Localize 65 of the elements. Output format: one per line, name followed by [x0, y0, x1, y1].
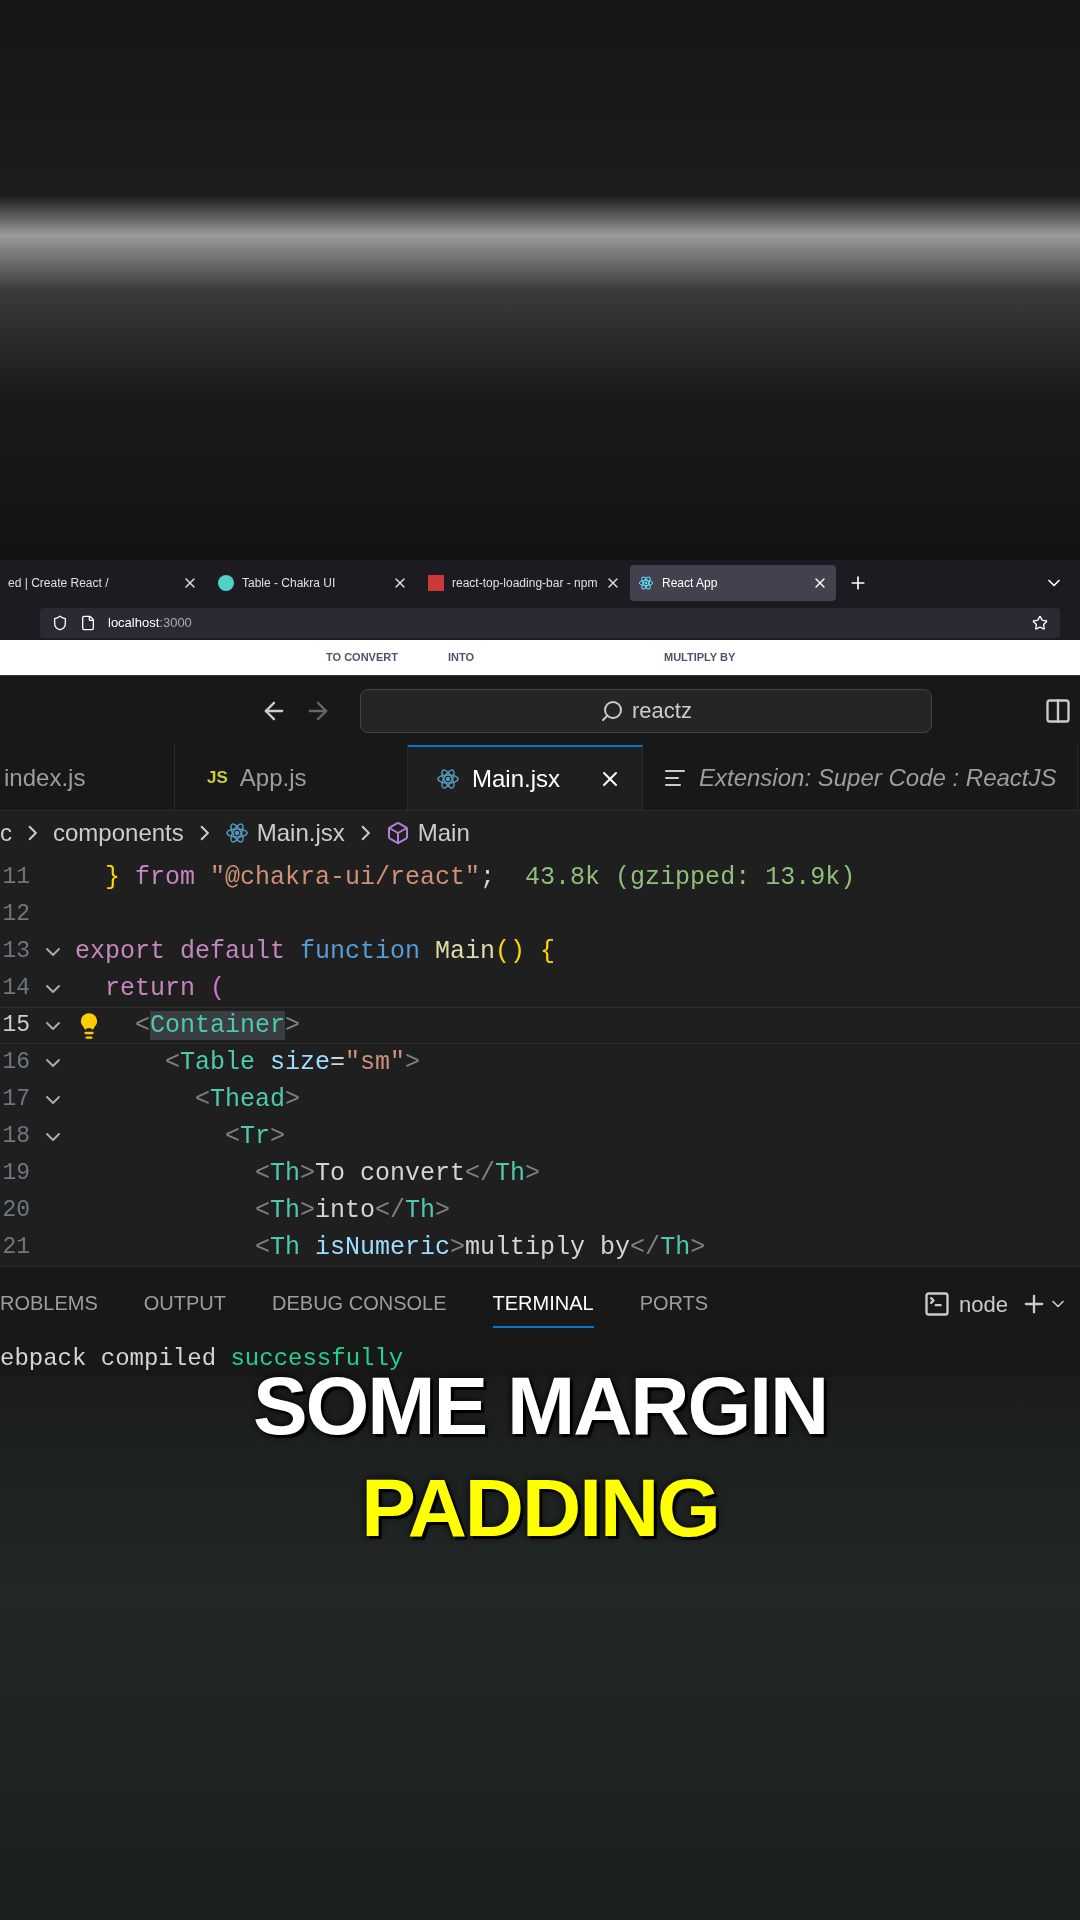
line-number: 15: [1, 1011, 30, 1041]
panel-tab[interactable]: ROBLEMS: [0, 1280, 98, 1328]
editor-tab[interactable]: Main.jsx: [408, 745, 643, 810]
code-text: export default function Main() {: [75, 935, 556, 968]
square-logo-icon: [428, 574, 444, 591]
line-number: 19: [1, 1159, 30, 1189]
editor-tab[interactable]: index.js: [0, 745, 175, 810]
breadcrumb-item[interactable]: Main.jsx: [256, 815, 345, 851]
panel-tab[interactable]: PORTS: [639, 1280, 709, 1328]
browser-tab[interactable]: Table - Chakra UI: [210, 564, 416, 601]
star-icon[interactable]: [1032, 614, 1048, 631]
url-text: localhost:3000: [108, 613, 193, 632]
tab-title: Table - Chakra UI: [242, 574, 337, 592]
code-text: <Th>into</Th>: [255, 1194, 451, 1227]
chevron-right-icon: [199, 825, 209, 841]
table-header: INTO: [447, 650, 474, 666]
atom-icon: [224, 821, 249, 845]
line-number: 18: [1, 1122, 30, 1152]
line-number: 17: [1, 1085, 30, 1115]
tab-title: React App: [662, 574, 719, 592]
address-bar[interactable]: localhost:3000: [40, 607, 1060, 638]
line-number: 16: [1, 1048, 30, 1078]
search-text: reactz: [632, 697, 692, 725]
table-header: MULTIPLY BY: [664, 650, 736, 666]
page-icon: [80, 614, 96, 631]
panel-tab[interactable]: TERMINAL: [492, 1280, 594, 1328]
terminal-name[interactable]: node: [959, 1287, 1008, 1321]
panel-tab[interactable]: DEBUG CONSOLE: [272, 1280, 447, 1328]
panel-tab[interactable]: OUTPUT: [143, 1280, 227, 1328]
line-number: 21: [1, 1233, 30, 1263]
shield-icon: [52, 614, 68, 631]
browser-tab[interactable]: ed | Create React /: [0, 564, 206, 601]
line-number: 20: [1, 1196, 30, 1226]
command-search-field[interactable]: reactz: [360, 688, 932, 733]
split-layout-icon[interactable]: [1044, 696, 1072, 725]
cube-icon: [385, 821, 410, 845]
line-number: 14: [1, 974, 30, 1004]
breadcrumb-item[interactable]: c: [0, 815, 12, 851]
breadcrumb-item[interactable]: components: [53, 815, 184, 851]
terminal-icon[interactable]: [923, 1290, 952, 1318]
line-number: 12: [1, 900, 30, 930]
browser-tab[interactable]: React App: [630, 564, 836, 601]
table-header: TO CONVERT: [326, 650, 398, 666]
chevron-right-icon: [28, 825, 37, 841]
caption-text: PADDING: [361, 1467, 719, 1549]
browser-tab[interactable]: react-top-loading-bar - npm: [420, 564, 626, 601]
code-text: <Table size="sm">: [165, 1046, 421, 1079]
code-text: <Tr>: [225, 1120, 286, 1153]
breadcrumb-item[interactable]: Main: [417, 815, 470, 851]
tab-title: ed | Create React /: [8, 574, 110, 592]
atom-icon: [638, 574, 654, 591]
code-text: <Th>To convert</Th>: [255, 1157, 541, 1190]
atom-icon: [436, 766, 460, 791]
code-text: <Th isNumeric>multiply by</Th>: [255, 1231, 706, 1264]
editor-tab[interactable]: Extension: Super Code : ReactJS: [643, 745, 1078, 810]
code-text: } from "@chakra-ui/react"; 43.8k (gzipped: 13.9k): [105, 861, 856, 894]
line-number: 11: [1, 863, 30, 893]
search-icon: [600, 698, 625, 723]
chevron-right-icon: [360, 825, 370, 841]
code-text: <Container>: [135, 1009, 301, 1042]
tab-title: react-top-loading-bar - npm: [452, 574, 598, 592]
code-text: <Thead>: [195, 1083, 301, 1116]
js-icon: JS: [207, 764, 228, 791]
code-text: return (: [105, 972, 226, 1005]
line-number: 13: [1, 937, 30, 967]
